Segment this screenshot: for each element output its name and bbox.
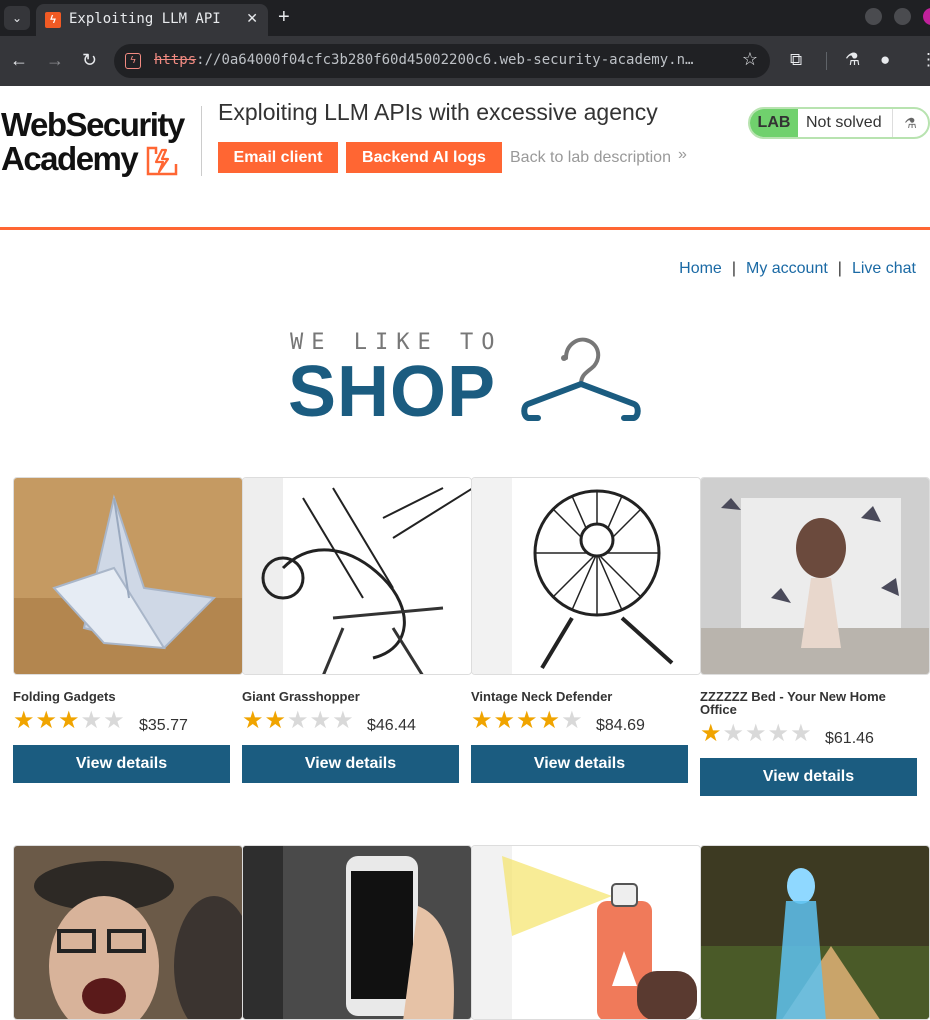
product-image: [700, 845, 930, 1020]
lab-title: Exploiting LLM APIs with excessive agenc…: [218, 99, 658, 125]
tab-search-button[interactable]: ⌄: [4, 6, 30, 30]
rating-stars: ★★★★★: [700, 720, 813, 747]
star-icon: ★: [242, 707, 265, 734]
star-icon: ★: [287, 707, 310, 734]
flask-icon: ⚗: [892, 109, 928, 137]
product-image: [700, 477, 930, 675]
star-icon: ★: [264, 707, 288, 734]
nav-home-link[interactable]: Home: [679, 260, 722, 277]
tab-title: Exploiting LLM API: [69, 11, 221, 27]
product-image: [471, 477, 701, 675]
product-image: [13, 845, 243, 1020]
product-price: $61.46: [825, 730, 874, 747]
not-secure-icon[interactable]: ϟ: [125, 53, 141, 69]
product-image: [242, 845, 472, 1020]
header-divider: [201, 106, 202, 176]
clothes-hanger-icon: [521, 337, 641, 421]
shop-nav: Home | My account | Live chat: [679, 260, 916, 278]
banner-title: SHOP: [288, 352, 497, 432]
backend-ai-logs-button[interactable]: Backend AI logs: [346, 142, 502, 173]
new-tab-button[interactable]: +: [278, 6, 290, 28]
view-details-button[interactable]: View details: [471, 745, 688, 783]
star-icon: ★: [332, 707, 355, 734]
rating-stars: ★★★★★: [242, 707, 355, 734]
rating-stars: ★★★★★: [471, 707, 584, 734]
reload-icon[interactable]: ↻: [82, 49, 97, 71]
nav-separator: |: [731, 260, 736, 277]
bookmark-star-icon[interactable]: ☆: [742, 49, 758, 70]
address-bar[interactable]: ϟ https://0a64000f04cfc3b280f60d45002200…: [114, 44, 770, 78]
star-icon: ★: [471, 707, 494, 734]
product-price: $84.69: [596, 717, 645, 734]
product-image: [242, 477, 472, 675]
logo-line-2: Academy: [1, 140, 139, 177]
shop-banner: WE LIKE TO SHOP: [288, 330, 648, 432]
labs-flask-icon[interactable]: ⚗: [845, 49, 860, 71]
email-client-button[interactable]: Email client: [218, 142, 338, 173]
nav-my-account-link[interactable]: My account: [746, 260, 828, 277]
url-text[interactable]: https://0a64000f04cfc3b280f60d45002200c6…: [154, 52, 734, 68]
extensions-icon[interactable]: ⧉: [790, 49, 802, 71]
browser-tab[interactable]: ϟ Exploiting LLM API ✕: [36, 4, 268, 36]
product-name: ZZZZZZ Bed - Your New Home Office: [700, 689, 886, 717]
product-name: Vintage Neck Defender: [471, 689, 613, 704]
logo-bolt-icon: [146, 146, 178, 176]
lab-header: WebSecurity Academy Exploiting LLM APIs …: [0, 86, 930, 230]
nav-live-chat-link[interactable]: Live chat: [852, 260, 916, 277]
view-details-button[interactable]: View details: [13, 745, 230, 783]
star-icon: ★: [700, 720, 723, 747]
window-minimize-button[interactable]: [865, 8, 882, 25]
browser-tab-bar: ⌄ ϟ Exploiting LLM API ✕ +: [0, 0, 930, 36]
nav-separator: |: [837, 260, 842, 277]
lab-badge-label: LAB: [750, 109, 798, 137]
chevron-right-icon: »: [678, 146, 687, 163]
star-icon: ★: [58, 707, 81, 734]
star-icon: ★: [80, 707, 104, 734]
browser-toolbar: ← → ↻ ϟ https://0a64000f04cfc3b280f60d45…: [0, 36, 930, 86]
product-price: $46.44: [367, 717, 416, 734]
back-arrow-icon[interactable]: ←: [10, 49, 28, 71]
star-icon: ★: [745, 720, 768, 747]
star-icon: ★: [538, 707, 562, 734]
product-image: [471, 845, 701, 1020]
view-details-button[interactable]: View details: [242, 745, 459, 783]
product-name: Folding Gadgets: [13, 689, 116, 704]
window-close-button[interactable]: [923, 8, 930, 25]
star-icon: ★: [790, 720, 813, 747]
star-icon: ★: [493, 707, 517, 734]
tab-favicon-icon: ϟ: [45, 12, 61, 28]
product-name: Giant Grasshopper: [242, 689, 360, 704]
web-security-academy-logo[interactable]: WebSecurity Academy: [0, 106, 200, 178]
toolbar-divider: [826, 52, 827, 70]
profile-icon[interactable]: ●: [880, 49, 890, 71]
lab-status-text: Not solved: [806, 114, 882, 131]
star-icon: ★: [35, 707, 59, 734]
view-details-button[interactable]: View details: [700, 758, 917, 796]
menu-kebab-icon[interactable]: ⋮: [920, 49, 930, 71]
star-icon: ★: [767, 720, 791, 747]
product-image: [13, 477, 243, 675]
star-icon: ★: [516, 707, 539, 734]
rating-stars: ★★★★★: [13, 707, 126, 734]
star-icon: ★: [561, 707, 584, 734]
logo-line-1: WebSecurity: [1, 106, 185, 143]
close-tab-icon[interactable]: ✕: [246, 10, 258, 27]
back-to-lab-description-link[interactable]: Back to lab description: [510, 149, 671, 167]
forward-arrow-icon[interactable]: →: [46, 49, 64, 71]
window-maximize-button[interactable]: [894, 8, 911, 25]
star-icon: ★: [309, 707, 333, 734]
star-icon: ★: [13, 707, 36, 734]
star-icon: ★: [103, 707, 126, 734]
product-price: $35.77: [139, 717, 188, 734]
lab-status-badge: LAB Not solved ⚗: [748, 107, 930, 139]
star-icon: ★: [722, 720, 746, 747]
